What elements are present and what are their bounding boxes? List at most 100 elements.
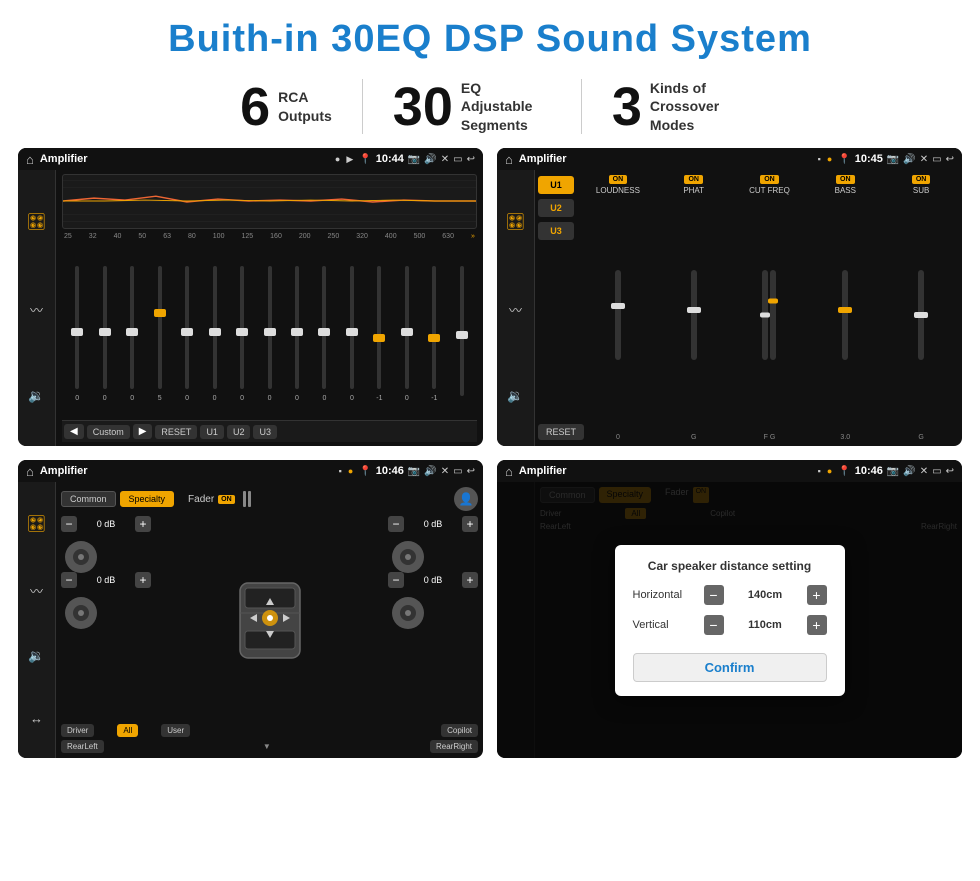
bass-knob[interactable]: [842, 197, 848, 432]
all-btn[interactable]: All: [117, 724, 138, 737]
amp-wave-icon[interactable]: 〰: [509, 300, 522, 319]
horizontal-plus-btn[interactable]: +: [807, 585, 827, 605]
eq-slider-8[interactable]: 0: [284, 262, 310, 402]
eq-u3-btn[interactable]: U3: [253, 425, 277, 439]
amp-u1-btn[interactable]: U1: [538, 176, 574, 194]
rearright-btn[interactable]: RearRight: [430, 740, 478, 753]
eq-slider-14[interactable]: [449, 262, 475, 402]
volume-icon: 🔊: [424, 154, 436, 165]
distance-dialog: Car speaker distance setting Horizontal …: [615, 545, 845, 696]
eq-wave-icon[interactable]: 〰: [30, 300, 43, 319]
amp-ctrl-loudness: ON LOUDNESS 0: [582, 175, 654, 441]
home-icon[interactable]: ⌂: [26, 152, 34, 167]
fader-minimize-icon: ▭: [453, 466, 462, 477]
screens-grid: ⌂ Amplifier ● ▶ 📍 10:44 📷 🔊 ✕ ▭ ↩ 🎛 〰 🔉: [0, 148, 980, 768]
fader-close-icon: ✕: [441, 466, 449, 477]
eq-speaker-icon[interactable]: 🔉: [28, 388, 44, 404]
eq-reset-btn[interactable]: RESET: [155, 425, 197, 439]
dialog-rec-icon: ▪: [818, 466, 821, 476]
copilot-btn[interactable]: Copilot: [441, 724, 478, 737]
phat-knob[interactable]: [691, 197, 697, 432]
loudness-value: 0: [616, 434, 620, 441]
eq-slider-1[interactable]: 0: [91, 262, 117, 402]
dialog-back-icon[interactable]: ↩: [946, 466, 954, 477]
eq-slider-5[interactable]: 0: [201, 262, 227, 402]
fader-body: − 0 dB + − 0 dB +: [61, 516, 478, 720]
dialog-vertical-row: Vertical − 110cm +: [633, 615, 827, 635]
vol-fr-minus[interactable]: −: [388, 516, 404, 532]
eq-screen: ⌂ Amplifier ● ▶ 📍 10:44 📷 🔊 ✕ ▭ ↩ 🎛 〰 🔉: [18, 148, 483, 446]
vol-rr-minus[interactable]: −: [388, 572, 404, 588]
cutfreq-knob[interactable]: [762, 197, 776, 432]
sub-on-badge: ON: [912, 175, 931, 184]
fader-home-icon[interactable]: ⌂: [26, 464, 34, 479]
sub-label: SUB: [913, 186, 929, 195]
eq-slider-12[interactable]: 0: [394, 262, 420, 402]
confirm-button[interactable]: Confirm: [633, 653, 827, 682]
vol-fl-minus[interactable]: −: [61, 516, 77, 532]
amp-back-icon[interactable]: ↩: [946, 154, 954, 165]
tab-specialty[interactable]: Specialty: [120, 491, 175, 507]
vol-fr-plus[interactable]: +: [462, 516, 478, 532]
vol-rl-minus[interactable]: −: [61, 572, 77, 588]
eq-slider-11[interactable]: -1: [366, 262, 392, 402]
vertical-label: Vertical: [633, 619, 698, 631]
fader-left-volumes: − 0 dB + − 0 dB +: [61, 516, 151, 720]
eq-slider-2[interactable]: 0: [119, 262, 145, 402]
fader-back-icon[interactable]: ↩: [467, 466, 475, 477]
fader-speaker-icon[interactable]: 🔉: [28, 648, 44, 664]
amp-u3-btn[interactable]: U3: [538, 222, 574, 240]
loudness-knob[interactable]: [615, 197, 621, 432]
fader-content: 🎛 〰 🔉 ↔ Common Specialty Fader ON: [18, 482, 483, 758]
eq-slider-6[interactable]: 0: [229, 262, 255, 402]
dialog-home-icon[interactable]: ⌂: [505, 464, 513, 479]
eq-slider-0[interactable]: 0: [64, 262, 90, 402]
dialog-horizontal-row: Horizontal − 140cm +: [633, 585, 827, 605]
fader-avatar: 👤: [454, 487, 478, 511]
eq-label-25: 25: [64, 233, 72, 240]
eq-slider-10[interactable]: 0: [339, 262, 365, 402]
driver-btn[interactable]: Driver: [61, 724, 94, 737]
sub-knob[interactable]: [918, 197, 924, 432]
amp-title: Amplifier: [519, 153, 812, 165]
fader-wave-icon[interactable]: 〰: [30, 581, 43, 600]
fader-title: Amplifier: [40, 465, 333, 477]
eq-slider-9[interactable]: 0: [311, 262, 337, 402]
eq-custom-btn[interactable]: Custom: [87, 425, 130, 439]
eq-filter-icon[interactable]: 🎛: [26, 212, 46, 232]
eq-slider-4[interactable]: 0: [174, 262, 200, 402]
bass-on-badge: ON: [836, 175, 855, 184]
vertical-minus-btn[interactable]: −: [704, 615, 724, 635]
eq-slider-13[interactable]: -1: [421, 262, 447, 402]
eq-graph: [62, 174, 477, 229]
tab-common[interactable]: Common: [61, 491, 116, 507]
fader-filter-icon[interactable]: 🎛: [26, 514, 46, 534]
dialog-time: 10:46: [855, 465, 883, 477]
vol-rr-plus[interactable]: +: [462, 572, 478, 588]
dialog-location-icon: 📍: [838, 466, 850, 477]
vol-fl-plus[interactable]: +: [135, 516, 151, 532]
eq-slider-7[interactable]: 0: [256, 262, 282, 402]
amp-home-icon[interactable]: ⌂: [505, 152, 513, 167]
user-btn[interactable]: User: [161, 724, 190, 737]
back-icon[interactable]: ↩: [467, 154, 475, 165]
amp-u2-btn[interactable]: U2: [538, 199, 574, 217]
eq-u1-btn[interactable]: U1: [200, 425, 224, 439]
eq-u2-btn[interactable]: U2: [227, 425, 251, 439]
vol-rr-value: 0 dB: [407, 575, 459, 585]
fader-arrows-icon[interactable]: ↔: [30, 711, 43, 726]
vol-rl-plus[interactable]: +: [135, 572, 151, 588]
amp-filter-icon[interactable]: 🎛: [505, 212, 525, 232]
amp-speaker-icon[interactable]: 🔉: [507, 388, 523, 404]
fader-time: 10:46: [376, 465, 404, 477]
horizontal-minus-btn[interactable]: −: [704, 585, 724, 605]
eq-slider-3[interactable]: 5: [146, 262, 172, 402]
eq-prev-btn[interactable]: ◀: [64, 424, 84, 439]
eq-next-btn[interactable]: ▶: [133, 424, 153, 439]
rearleft-btn[interactable]: RearLeft: [61, 740, 104, 753]
fader-sliders-mini: [243, 491, 251, 507]
vertical-plus-btn[interactable]: +: [807, 615, 827, 635]
loudness-on-badge: ON: [609, 175, 628, 184]
dialog-close-icon: ✕: [920, 466, 928, 477]
horizontal-label: Horizontal: [633, 589, 698, 601]
